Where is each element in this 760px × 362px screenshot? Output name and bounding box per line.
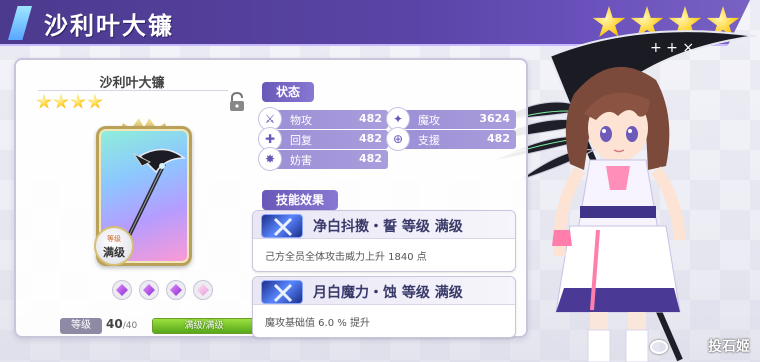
- divider: [38, 90, 228, 91]
- stat-row-magic-attack: ✦ 魔攻 3624: [386, 107, 516, 131]
- skills-header: 技能效果: [262, 190, 339, 210]
- hinder-icon: ✸: [258, 147, 282, 171]
- title-accent: [8, 6, 32, 40]
- skill-head: 净白抖擞・誓 等级 满级: [253, 211, 515, 239]
- level-row: 等级 40/40 满级/满级: [60, 316, 260, 336]
- page-title: 沙利叶大镰: [44, 12, 174, 40]
- level-current: 40: [106, 317, 123, 331]
- stat-row-heal: ✚ 回复 482: [258, 127, 388, 151]
- gem-icon: [112, 280, 132, 300]
- stat-value: 482: [359, 112, 382, 125]
- stat-name: 妨害: [290, 154, 312, 167]
- watermark: 投石姬: [708, 339, 750, 355]
- level-progress-text: 满级/满级: [184, 321, 224, 331]
- stats-header: 状态: [262, 82, 315, 102]
- stat-name: 支援: [418, 134, 440, 147]
- skill-cross-icon: [261, 280, 303, 304]
- skill-name: 月白魔力・蚀 等级 满级: [313, 285, 463, 301]
- stat-row-support: ⊕ 支援 482: [386, 127, 516, 151]
- star-icon: [87, 94, 103, 109]
- skill-head: 月白魔力・蚀 等级 满级: [253, 277, 515, 305]
- lock-icon[interactable]: [228, 92, 246, 112]
- skill-card-1[interactable]: 净白抖擞・誓 等级 满级 己方全员全体攻击威力上升 1840 点: [252, 210, 516, 272]
- stat-name: 魔攻: [418, 114, 440, 127]
- stat-name: 回复: [290, 134, 312, 147]
- stat-name: 物攻: [290, 114, 312, 127]
- level-badge-value: 满级: [103, 246, 125, 259]
- stat-value: 3624: [479, 112, 510, 125]
- level-label: 等级: [60, 318, 102, 334]
- skill-card-2[interactable]: 月白魔力・蚀 等级 满级 魔攻基础值 6.0 % 提升: [252, 276, 516, 338]
- weapon-card-column: 沙利叶大镰 等级 满级 等级 40/40 满级/满级: [18, 64, 256, 340]
- support-icon: ⊕: [386, 127, 410, 151]
- weapon-rarity-stars: [36, 94, 103, 110]
- star-icon: [70, 94, 86, 109]
- star-icon: [53, 94, 69, 109]
- stat-value: 482: [359, 132, 382, 145]
- level-value: 40/40: [106, 317, 137, 331]
- stat-row-phys-attack: ⚔ 物攻 482: [258, 107, 388, 131]
- upgrade-gems: [112, 280, 213, 300]
- stat-row-hinder: ✸ 妨害 482: [258, 147, 388, 171]
- gem-empty-icon: [193, 280, 213, 300]
- level-badge-caption: 等级: [107, 235, 121, 243]
- level-progress-bar: 满级/满级: [152, 318, 256, 334]
- stat-value: 482: [487, 132, 510, 145]
- level-badge: 等级 满级: [94, 226, 134, 266]
- weapon-name: 沙利叶大镰: [99, 76, 165, 91]
- level-max: /40: [122, 321, 138, 331]
- skill-name: 净白抖擞・誓 等级 满级: [313, 219, 463, 235]
- gem-icon: [139, 280, 159, 300]
- skill-description: 己方全员全体攻击威力上升 1840 点: [265, 252, 427, 263]
- stat-value: 482: [359, 152, 382, 165]
- gem-icon: [166, 280, 186, 300]
- weibo-icon: [650, 340, 668, 354]
- star-icon: [36, 94, 52, 109]
- skill-description: 魔攻基础值 6.0 % 提升: [265, 318, 370, 329]
- svg-text:+ + ×: + + ×: [650, 40, 694, 56]
- skill-cross-icon: [261, 214, 303, 238]
